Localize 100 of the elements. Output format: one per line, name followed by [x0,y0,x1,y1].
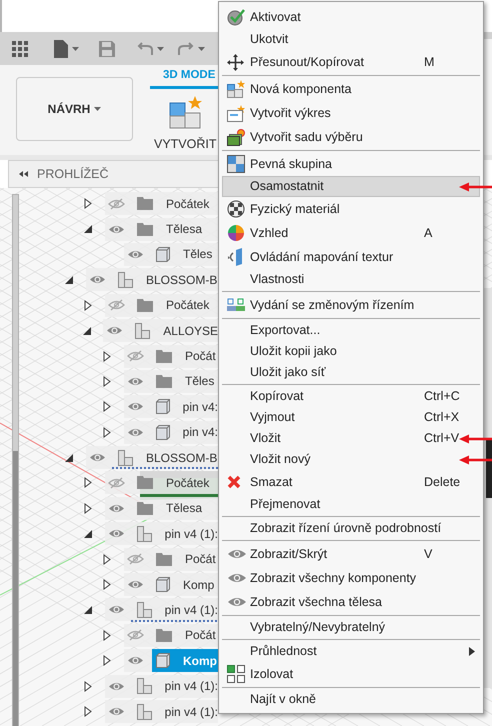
eye-icon[interactable] [89,274,106,286]
hidden-eye-icon[interactable] [108,476,125,489]
collapsed-triangle-icon[interactable] [84,300,92,311]
collapse-icon[interactable] [19,171,28,177]
hidden-eye-icon[interactable] [108,198,125,210]
tree-item[interactable]: BLOSSOM-B [114,268,218,292]
menu-item[interactable]: Přejmenovat [222,494,480,515]
tree-item[interactable]: pin v4 (1): [132,522,218,546]
menu-item[interactable]: Kopírovat Ctrl+C [222,386,480,407]
menu-item[interactable]: Ukotvit [222,29,480,50]
tree-item[interactable]: Tělesa [133,218,218,241]
rigid-group-icon [227,155,245,173]
eye-icon[interactable] [126,401,144,412]
menu-item[interactable]: Zobrazit všechna tělesa [222,590,480,614]
hidden-eye-icon[interactable] [108,299,125,312]
expanded-triangle-icon[interactable] [84,606,92,614]
collapsed-triangle-icon[interactable] [84,680,92,692]
scrollbar[interactable] [12,194,19,726]
eye-icon[interactable] [127,248,144,260]
tree-item[interactable]: Počátek [133,471,218,494]
menu-item[interactable]: Osamostatnit [222,176,480,197]
collapsed-triangle-icon[interactable] [84,198,92,210]
cube-icon [156,399,170,414]
tree-item[interactable]: Tělesa [133,496,218,520]
file-button[interactable] [54,40,79,58]
menu-item[interactable]: Vložit Ctrl+V [222,428,480,449]
scrollbar-thumb[interactable] [13,451,18,726]
eye-icon[interactable] [108,604,125,616]
tree-item[interactable]: ALLOYSE [131,319,218,342]
tree-item[interactable]: pin v4: [152,395,218,418]
menu-item[interactable]: Vyjmout Ctrl+X [222,407,480,428]
menu-item[interactable]: Fyzický materiál [222,197,480,221]
expanded-triangle-icon[interactable] [84,225,92,234]
tree-item[interactable]: pin v4 (1): [132,674,218,698]
collapsed-triangle-icon[interactable] [84,477,92,488]
eye-icon[interactable] [108,706,125,717]
menu-item[interactable]: Vybratelný/Nevybratelný [222,617,480,638]
eye-icon[interactable] [108,680,125,692]
redo-button[interactable] [178,42,205,56]
menu-item[interactable]: Vložit nový [222,449,480,470]
tree-item[interactable]: Počát [152,548,218,571]
tree-item[interactable]: Počátek [133,294,218,317]
expanded-triangle-icon[interactable] [65,276,73,284]
eye-icon[interactable] [126,426,144,438]
menu-item[interactable]: Nová komponenta [222,77,480,101]
menu-item[interactable]: Uložit kopii jako [222,341,480,362]
expanded-triangle-icon[interactable] [83,326,92,335]
tree-item[interactable]: pin v4 (1): [132,598,218,622]
tree-item[interactable]: Těles [152,242,218,266]
tree-item[interactable]: pin v4: [152,420,218,444]
expanded-triangle-icon[interactable] [65,454,73,462]
tree-item[interactable]: pin v4 (1): [132,700,218,723]
menu-item[interactable]: Najít v okně [222,689,480,710]
eye-icon[interactable] [108,224,125,235]
collapsed-triangle-icon[interactable] [102,426,111,438]
save-icon[interactable] [99,40,115,56]
eye-icon[interactable] [89,452,106,464]
menu-item[interactable]: Zobrazit/Skrýt V [222,542,480,566]
eye-icon[interactable] [106,325,124,336]
hidden-eye-icon[interactable] [127,350,144,362]
menu-item[interactable]: Exportovat... [222,320,480,341]
menu-item[interactable]: Ovládání mapování textur [222,245,480,269]
hidden-eye-icon[interactable] [127,553,144,566]
undo-button[interactable] [137,42,164,56]
tree-item[interactable]: Komp [152,573,218,596]
tree-item[interactable]: Počát [152,624,218,647]
collapsed-triangle-icon[interactable] [103,350,111,362]
apps-grid-icon[interactable] [12,40,28,56]
tree-item[interactable]: BLOSSOM-B [114,446,218,470]
menu-item[interactable]: Pevná skupina [222,152,480,176]
tree-item[interactable]: Počátek [133,192,218,216]
menu-item[interactable]: Aktivovat [222,5,480,29]
eye-icon[interactable] [127,579,144,590]
collapsed-triangle-icon[interactable] [103,655,111,666]
menu-item[interactable]: Vydání se změnovým řízením [222,293,480,317]
menu-item[interactable]: Zobrazit řízení úrovně podrobností [222,518,480,539]
collapsed-triangle-icon[interactable] [84,502,92,514]
expanded-triangle-icon[interactable] [84,530,92,538]
collapsed-triangle-icon[interactable] [102,401,111,412]
eye-icon[interactable] [127,655,144,666]
eye-icon[interactable] [108,528,125,540]
collapsed-triangle-icon[interactable] [103,630,111,641]
collapsed-triangle-icon[interactable] [103,554,111,565]
workspace-button[interactable]: NÁVRH [16,77,133,141]
tree-item[interactable]: Počát [152,344,218,368]
collapsed-triangle-icon[interactable] [84,706,92,717]
caret-icon [157,46,164,50]
collapsed-triangle-icon[interactable] [103,579,111,590]
eye-icon[interactable] [108,502,125,514]
menu-item[interactable]: Průhlednost [222,641,480,662]
hidden-eye-icon[interactable] [127,629,144,642]
menu-item[interactable]: Izolovat [222,662,480,686]
tree-item[interactable]: Těles [152,370,218,393]
menu-item[interactable]: Zobrazit všechny komponenty [222,566,480,590]
menu-item[interactable]: Uložit jako síť [222,362,480,383]
menu-item[interactable]: Vzhled A [222,221,480,245]
collapsed-triangle-icon[interactable] [103,376,111,387]
eye-icon[interactable] [127,376,144,387]
menu-item[interactable]: Smazat Delete [222,470,480,494]
menu-item[interactable]: Vlastnosti [222,269,480,290]
